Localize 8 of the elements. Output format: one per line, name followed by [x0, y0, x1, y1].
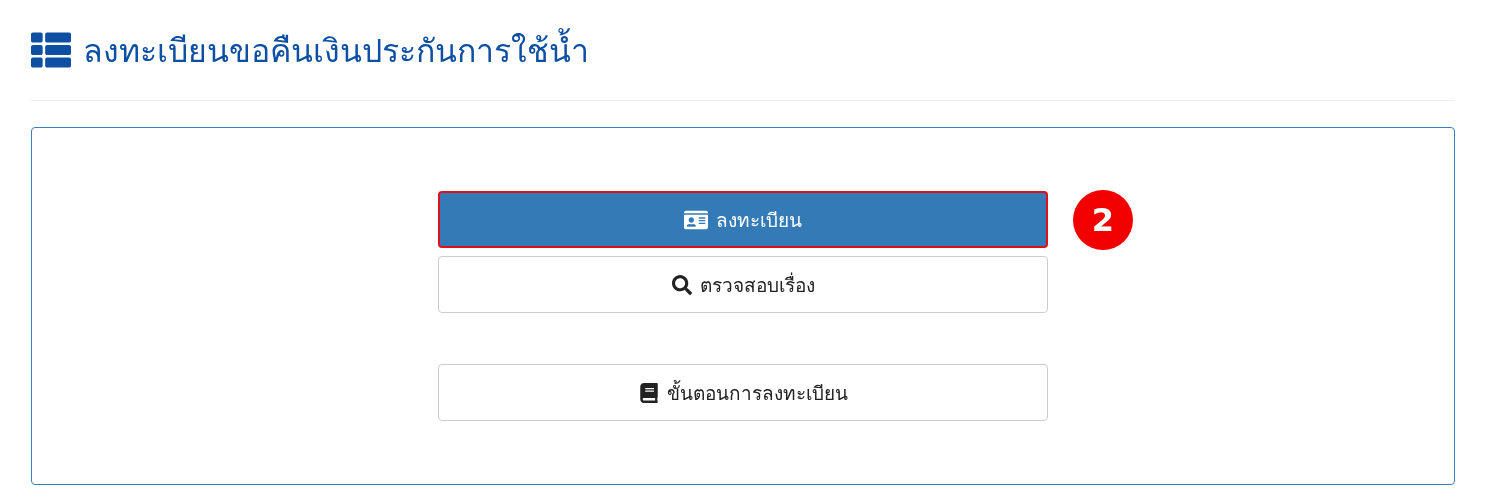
menu-button[interactable]: ลงทะเบียน	[438, 191, 1048, 248]
menu-button[interactable]: ขั้นตอนการลงทะเบียน	[438, 364, 1048, 421]
search-icon	[671, 274, 692, 295]
page-title: ลงทะเบียนขอคืนเงินประกันการใช้น้ำ	[83, 24, 589, 76]
list-icon	[31, 30, 71, 70]
menu-button[interactable]: ตรวจสอบเรื่อง	[438, 256, 1048, 313]
step-badge: 2	[1073, 189, 1133, 250]
book-icon	[638, 382, 659, 403]
